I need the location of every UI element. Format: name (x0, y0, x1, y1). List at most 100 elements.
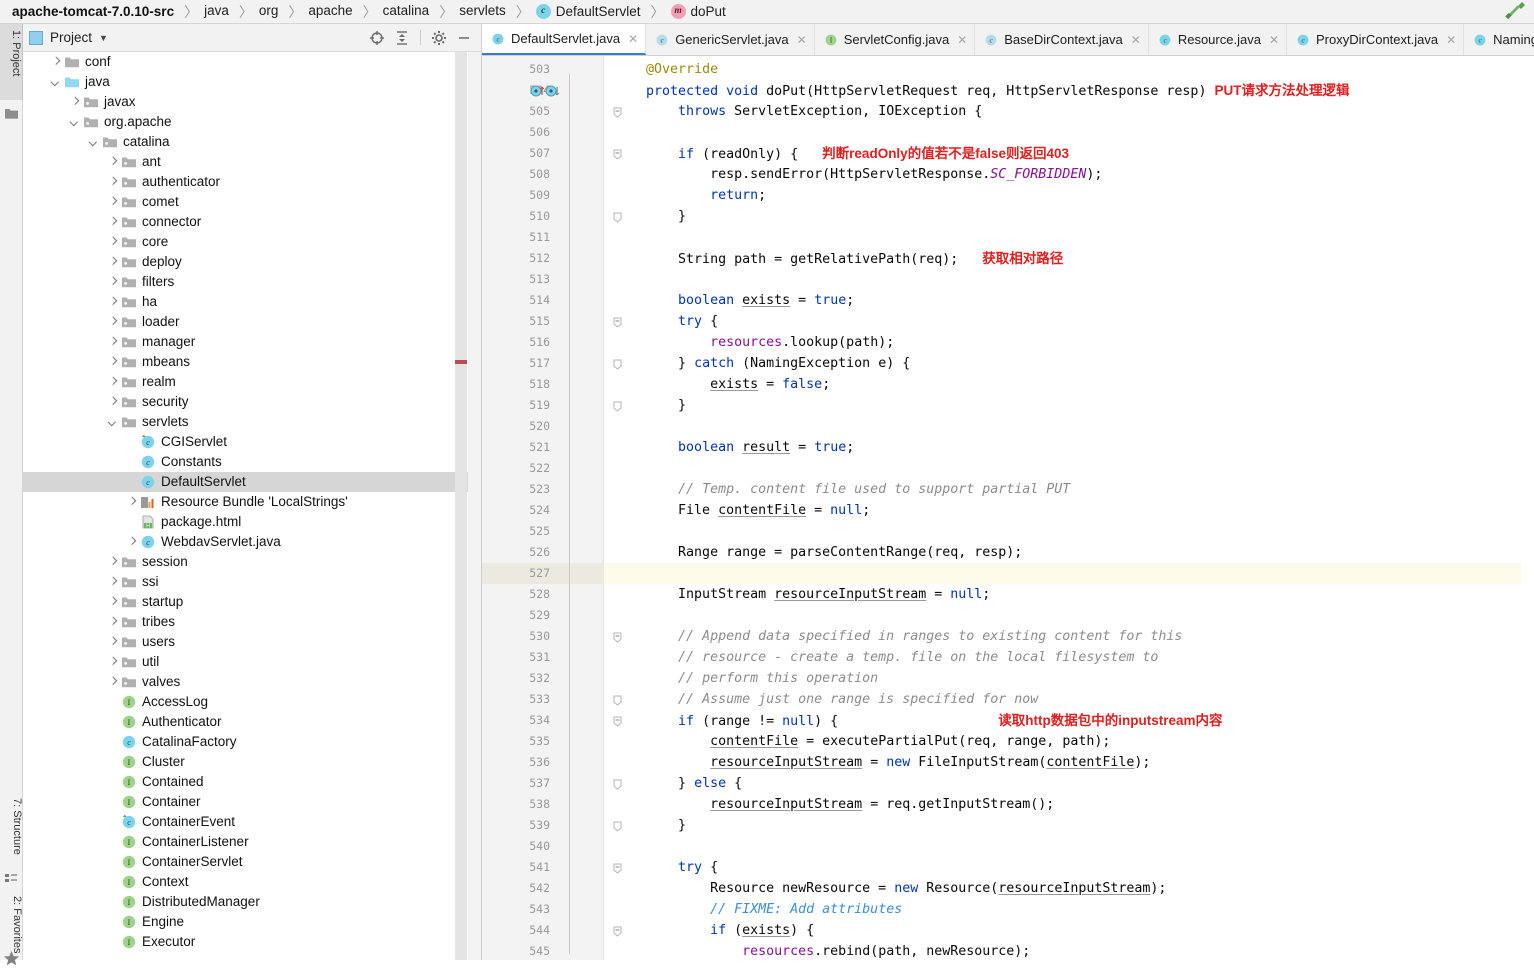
close-icon[interactable]: ✕ (1269, 34, 1279, 46)
line-number[interactable]: 531 (482, 647, 558, 668)
code-line[interactable]: return; (614, 185, 766, 206)
line-number[interactable]: 509 (482, 185, 558, 206)
chevron-right-icon[interactable] (107, 157, 118, 168)
chevron-right-icon[interactable] (107, 377, 118, 388)
line-number[interactable]: 523 (482, 479, 558, 500)
tree-item[interactable]: Resource Bundle 'LocalStrings' (23, 492, 481, 512)
chevron-right-icon[interactable] (50, 57, 61, 68)
line-number[interactable]: 506 (482, 122, 558, 143)
scroll-from-source-icon[interactable] (366, 27, 388, 49)
tree-item[interactable]: I Container (23, 792, 481, 812)
line-number[interactable]: 542 (482, 878, 558, 899)
editor-tab-proxydircontext[interactable]: c ProxyDirContext.java ✕ (1287, 24, 1465, 55)
chevron-right-icon[interactable] (107, 337, 118, 348)
tree-item[interactable]: servlets (23, 412, 481, 432)
code-line[interactable]: // Append data specified in ranges to ex… (614, 626, 1182, 647)
code-line[interactable]: contentFile = executePartialPut(req, ran… (614, 731, 1110, 752)
project-error-stripe[interactable] (455, 52, 467, 960)
tree-item[interactable]: valves (23, 672, 481, 692)
tree-item[interactable]: realm (23, 372, 481, 392)
line-number[interactable]: 532 (482, 668, 558, 689)
code-line[interactable]: if (readOnly) { 判断readOnly的值若不是false则返回4… (614, 143, 1069, 164)
tree-item[interactable]: comet (23, 192, 481, 212)
code-line[interactable]: boolean exists = true; (614, 290, 854, 311)
tree-item[interactable]: I ContainerListener (23, 832, 481, 852)
tree-item[interactable]: I Cluster (23, 752, 481, 772)
tree-item[interactable]: I ContainerServlet (23, 852, 481, 872)
tree-item[interactable]: loader (23, 312, 481, 332)
chevron-right-icon[interactable] (107, 597, 118, 608)
breadcrumb-item-defaultservlet[interactable]: 〉 c DefaultServlet (508, 0, 643, 23)
breadcrumb-item-servlets[interactable]: 〉 servlets (431, 0, 508, 23)
project-panel-title[interactable]: Project ▼ (29, 30, 108, 45)
tree-item[interactable]: util (23, 652, 481, 672)
chevron-right-icon[interactable] (107, 217, 118, 228)
editor-scrollbar[interactable] (1521, 56, 1534, 960)
line-number[interactable]: 536 (482, 752, 558, 773)
breadcrumb-item-doput[interactable]: 〉 m doPut (643, 0, 728, 23)
hammer-build-icon[interactable] (1502, 1, 1528, 23)
tree-item[interactable]: mbeans (23, 352, 481, 372)
line-number[interactable]: 520 (482, 416, 558, 437)
tree-item[interactable]: c Constants (23, 452, 481, 472)
tree-item[interactable]: I Executor (23, 932, 481, 952)
code-line[interactable]: // resource - create a temp. file on the… (614, 647, 1158, 668)
editor-tab-resource[interactable]: c Resource.java ✕ (1149, 24, 1287, 55)
chevron-down-icon[interactable] (88, 137, 99, 148)
line-number[interactable]: 508 (482, 164, 558, 185)
chevron-right-icon[interactable] (126, 537, 137, 548)
close-icon[interactable]: ✕ (628, 33, 638, 45)
sidebar-item-structure[interactable]: 7: Structure (0, 792, 23, 880)
tree-item[interactable]: deploy (23, 252, 481, 272)
tree-item[interactable]: ant (23, 152, 481, 172)
line-number[interactable]: 545 (482, 941, 558, 960)
tree-item[interactable]: Hpackage.html (23, 512, 481, 532)
chevron-right-icon[interactable] (107, 557, 118, 568)
code-line[interactable]: // perform this operation (614, 668, 878, 689)
code-line[interactable]: resourceInputStream = new FileInputStrea… (614, 752, 1150, 773)
code-line[interactable]: } (614, 206, 686, 227)
tree-item[interactable]: javax (23, 92, 481, 112)
tree-item[interactable]: startup (23, 592, 481, 612)
chevron-right-icon[interactable] (107, 677, 118, 688)
tree-item[interactable]: core (23, 232, 481, 252)
chevron-right-icon[interactable] (107, 237, 118, 248)
code-line[interactable]: // Temp. content file used to support pa… (614, 479, 1070, 500)
line-number[interactable]: 538 (482, 794, 558, 815)
code-line[interactable]: resources.lookup(path); (614, 332, 894, 353)
line-number[interactable]: 524 (482, 500, 558, 521)
chevron-down-icon[interactable] (50, 77, 61, 88)
line-number[interactable]: 534 (482, 710, 558, 731)
chevron-right-icon[interactable] (107, 617, 118, 628)
chevron-right-icon[interactable] (107, 317, 118, 328)
line-number[interactable]: 530 (482, 626, 558, 647)
tree-item[interactable]: c WebdavServlet.java (23, 532, 481, 552)
code-line[interactable]: resourceInputStream = req.getInputStream… (614, 794, 1054, 815)
tree-item[interactable]: manager (23, 332, 481, 352)
line-number[interactable]: 539 (482, 815, 558, 836)
code-line[interactable]: } else { (614, 773, 742, 794)
error-marker[interactable] (455, 360, 467, 364)
tree-item[interactable]: java (23, 72, 481, 92)
editor-tab-servletconfig[interactable]: I ServletConfig.java ✕ (815, 24, 976, 55)
line-number[interactable]: 515 (482, 311, 558, 332)
line-number[interactable]: 540 (482, 836, 558, 857)
close-icon[interactable]: ✕ (1131, 34, 1141, 46)
chevron-right-icon[interactable] (107, 177, 118, 188)
breadcrumb-item-java[interactable]: 〉 java (176, 0, 231, 23)
chevron-right-icon[interactable] (69, 97, 80, 108)
code-line[interactable]: try { (614, 311, 718, 332)
chevron-right-icon[interactable] (107, 277, 118, 288)
line-number[interactable]: 511 (482, 227, 558, 248)
chevron-down-icon[interactable] (69, 117, 80, 128)
tree-item[interactable]: I Contained (23, 772, 481, 792)
tree-item[interactable]: tribes (23, 612, 481, 632)
code-line[interactable]: boolean result = true; (614, 437, 854, 458)
chevron-down-icon[interactable]: ▼ (99, 33, 108, 43)
line-number[interactable]: 529 (482, 605, 558, 626)
editor-tab-genericservlet[interactable]: c GenericServlet.java ✕ (646, 24, 815, 55)
tree-item[interactable]: filters (23, 272, 481, 292)
code-line[interactable]: @Override (614, 59, 718, 80)
editor-tab-defaultservlet[interactable]: c DefaultServlet.java ✕ (482, 24, 647, 55)
code-line[interactable]: if (range != null) { 读取http数据包中的inputstr… (614, 710, 1222, 731)
